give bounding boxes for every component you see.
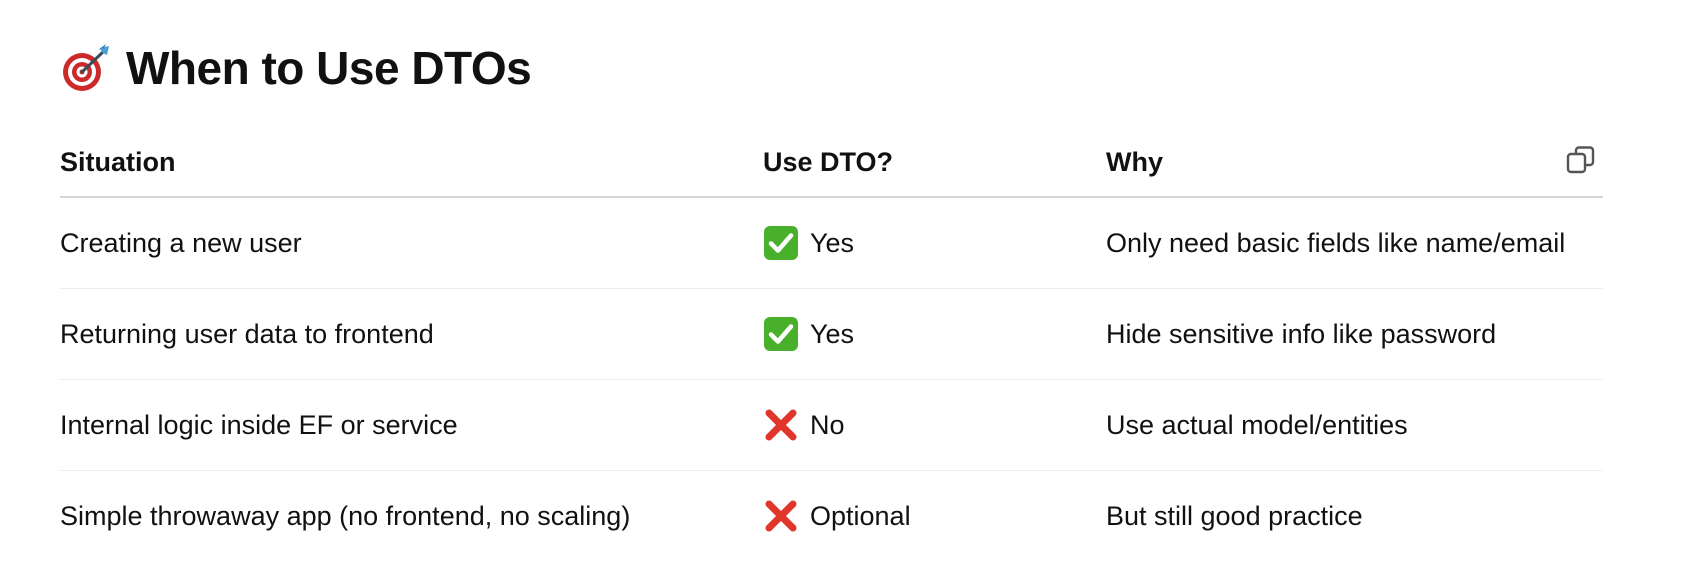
column-header-situation: Situation: [60, 146, 176, 177]
situation-cell: Creating a new user: [60, 227, 302, 258]
why-cell: Hide sensitive info like password: [1106, 318, 1497, 349]
situation-cell: Simple throwaway app (no frontend, no sc…: [60, 500, 631, 531]
use-dto-value: No: [810, 409, 845, 440]
use-dto-cell: Yes: [763, 198, 854, 288]
dart-target-icon: [60, 42, 112, 94]
situation-cell: Returning user data to frontend: [60, 318, 434, 349]
table-row: Returning user data to frontend Yes Hide…: [60, 289, 1603, 380]
page-title: When to Use DTOs: [126, 42, 532, 94]
use-dto-value: Yes: [810, 318, 855, 349]
use-dto-value: Yes: [810, 227, 855, 258]
why-cell: Only need basic fields like name/email: [1106, 227, 1566, 258]
check-mark-icon: [763, 225, 799, 261]
column-header-use-dto: Use DTO?: [763, 146, 894, 177]
table-row: Creating a new user Yes Only need basic …: [60, 198, 1603, 289]
cross-mark-icon: [763, 498, 799, 534]
table-header: Situation Use DTO? Why: [60, 128, 1603, 198]
check-mark-icon: [763, 316, 799, 352]
column-header-why: Why: [1106, 146, 1163, 177]
situation-cell: Internal logic inside EF or service: [60, 409, 458, 440]
dto-usage-table: Situation Use DTO? Why Creating a new us…: [60, 128, 1603, 561]
cross-mark-icon: [763, 407, 799, 443]
use-dto-cell: No: [763, 380, 845, 470]
copy-table-button[interactable]: [1559, 140, 1603, 184]
table-row: Internal logic inside EF or service No U…: [60, 380, 1603, 471]
table-row: Simple throwaway app (no frontend, no sc…: [60, 471, 1603, 561]
use-dto-cell: Optional: [763, 471, 911, 561]
page-heading: When to Use DTOs: [60, 36, 532, 100]
why-cell: But still good practice: [1106, 500, 1363, 531]
use-dto-value: Optional: [810, 500, 911, 531]
use-dto-cell: Yes: [763, 289, 854, 379]
copy-icon: [1565, 144, 1597, 181]
why-cell: Use actual model/entities: [1106, 409, 1408, 440]
